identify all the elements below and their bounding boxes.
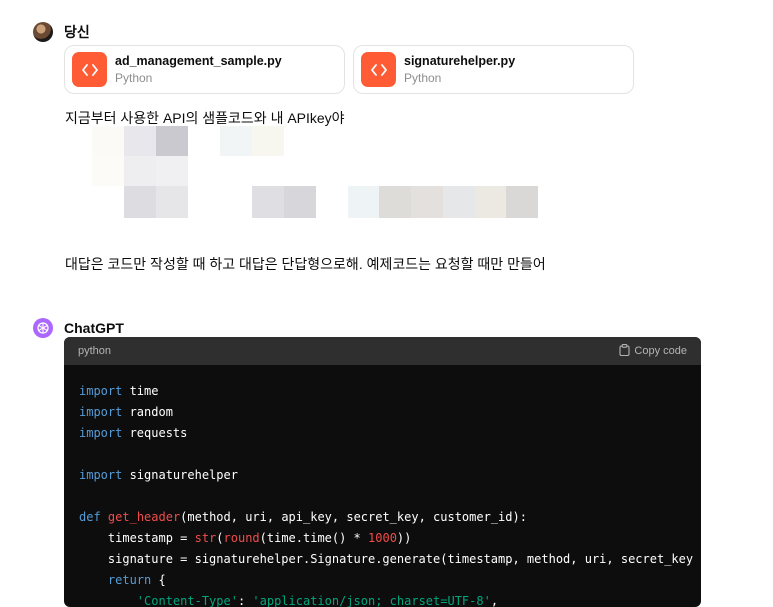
code-block: python Copy code import time import rando… (64, 337, 701, 607)
code-line: return { (107, 573, 166, 587)
code-line: 'Content-Type': 'application/json; chars… (136, 594, 499, 607)
user-avatar (33, 22, 53, 42)
user-message-header: 당신 (33, 22, 90, 42)
code-line: import time (79, 384, 159, 398)
attachment-name: ad_management_sample.py (115, 54, 282, 68)
attachment-card-2[interactable]: signaturehelper.py Python (353, 45, 634, 94)
code-line: import signaturehelper (79, 468, 238, 482)
code-file-icon (361, 52, 396, 87)
assistant-message-header: ChatGPT (33, 318, 124, 338)
code-line: signature = signaturehelper.Signature.ge… (79, 552, 694, 566)
attachment-type: Python (404, 71, 442, 85)
attachment-type: Python (115, 71, 153, 85)
copy-code-label: Copy code (634, 345, 687, 357)
code-line: ​ (79, 486, 686, 507)
assistant-sender-name: ChatGPT (64, 320, 124, 336)
copy-code-button[interactable]: Copy code (619, 343, 687, 359)
code-content: import time import random import requests ​… (64, 365, 701, 607)
code-block-header: python Copy code (64, 337, 701, 365)
code-file-icon (72, 52, 107, 87)
clipboard-icon (619, 343, 630, 359)
attachment-card-1[interactable]: ad_management_sample.py Python (64, 45, 345, 94)
chatgpt-logo-icon (33, 318, 53, 338)
user-message-text-2: 대답은 코드만 작성할 때 하고 대답은 단답형으로해. 예제코드는 요청할 때… (65, 256, 546, 272)
code-line: ​ (79, 444, 686, 465)
code-line: import random (79, 405, 173, 419)
user-sender-name: 당신 (64, 24, 90, 40)
attachment-name: signaturehelper.py (404, 54, 516, 68)
code-line: def get_header(method, uri, api_key, sec… (79, 510, 527, 524)
code-line: timestamp = str(round(time.time() * 1000… (79, 531, 412, 545)
code-line: import requests (79, 426, 188, 440)
user-message-text: 지금부터 사용한 API의 샘플코드와 내 APIkey야 (65, 110, 345, 126)
code-language-label: python (78, 345, 112, 357)
